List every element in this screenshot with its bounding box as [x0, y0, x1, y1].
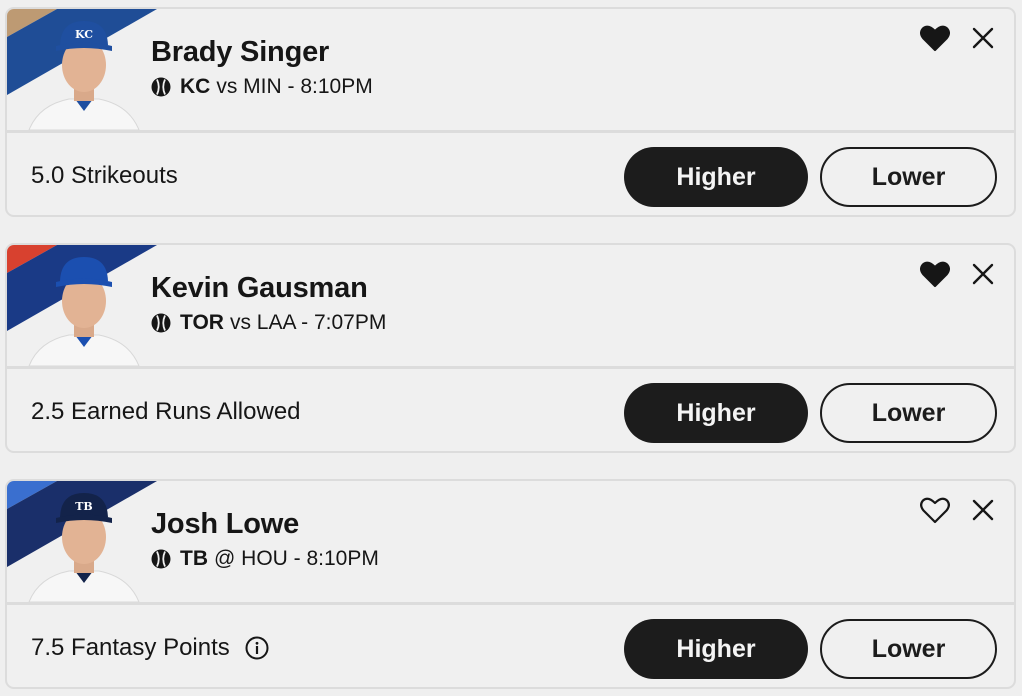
- matchup-time: vs MIN - 8:10PM: [216, 75, 373, 98]
- player-name: Brady Singer: [151, 36, 330, 68]
- higher-button[interactable]: Higher: [624, 147, 808, 207]
- matchup-time: vs LAA - 7:07PM: [229, 311, 387, 334]
- projection-stat: 5.0 Strikeouts: [31, 162, 178, 190]
- card-footer: 5.0 Strikeouts Higher Lower: [7, 133, 1014, 215]
- lower-button[interactable]: Lower: [820, 147, 997, 207]
- player-avatar: TB: [28, 493, 140, 602]
- projection-stat: 2.5 Earned Runs Allowed: [31, 398, 301, 426]
- player-name: Josh Lowe: [151, 508, 300, 540]
- svg-text:KC: KC: [75, 28, 93, 41]
- matchup-time: @ HOU - 8:10PM: [214, 547, 379, 570]
- game-info: TB @ HOU - 8:10PM: [151, 547, 379, 571]
- card-header: KC Brady Singer KC vs MIN - 8:10PM: [7, 9, 1014, 133]
- favorite-heart-filled-icon[interactable]: [920, 24, 950, 52]
- team-abbr: KC: [180, 75, 211, 98]
- player-projection-card: KC Brady Singer KC vs MIN - 8:10PM 5.0 S…: [5, 7, 1016, 217]
- favorite-heart-filled-icon[interactable]: [920, 260, 950, 288]
- player-avatar: [28, 257, 140, 366]
- card-header: Kevin Gausman TOR vs LAA - 7:07PM: [7, 245, 1014, 369]
- stat-line: 2.5 Earned Runs Allowed: [31, 398, 301, 425]
- favorite-heart-outline-icon[interactable]: [920, 496, 950, 524]
- game-info: TOR vs LAA - 7:07PM: [151, 311, 386, 335]
- baseball-icon: [151, 549, 171, 569]
- close-icon[interactable]: [972, 499, 994, 521]
- stat-line: 5.0 Strikeouts: [31, 162, 178, 189]
- player-projection-card: TB Josh Lowe TB @ HOU - 8:10PM 7.5 Fanta…: [5, 479, 1016, 689]
- player-avatar: KC: [28, 21, 140, 130]
- player-projection-card: Kevin Gausman TOR vs LAA - 7:07PM 2.5 Ea…: [5, 243, 1016, 453]
- projection-stat: 7.5 Fantasy Points: [31, 634, 269, 662]
- team-abbr: TOR: [180, 311, 224, 334]
- higher-button[interactable]: Higher: [624, 619, 808, 679]
- team-abbr: TB: [180, 547, 208, 570]
- card-header: TB Josh Lowe TB @ HOU - 8:10PM: [7, 481, 1014, 605]
- close-icon[interactable]: [972, 263, 994, 285]
- higher-button[interactable]: Higher: [624, 383, 808, 443]
- info-icon[interactable]: [245, 636, 269, 660]
- card-footer: 7.5 Fantasy Points Higher Lower: [7, 605, 1014, 687]
- lower-button[interactable]: Lower: [820, 619, 997, 679]
- close-icon[interactable]: [972, 27, 994, 49]
- baseball-icon: [151, 77, 171, 97]
- lower-button[interactable]: Lower: [820, 383, 997, 443]
- player-name: Kevin Gausman: [151, 272, 368, 304]
- game-info: KC vs MIN - 8:10PM: [151, 75, 373, 99]
- svg-text:TB: TB: [75, 500, 92, 513]
- baseball-icon: [151, 313, 171, 333]
- stat-line: 7.5 Fantasy Points: [31, 634, 230, 661]
- card-footer: 2.5 Earned Runs Allowed Higher Lower: [7, 369, 1014, 451]
